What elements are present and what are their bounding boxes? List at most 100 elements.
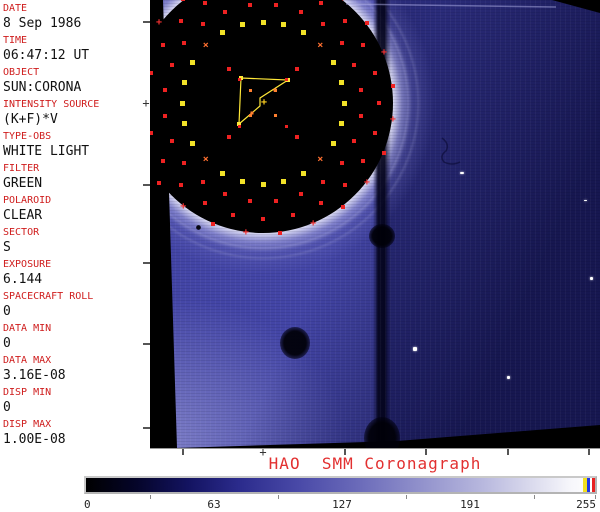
sidebar-field-value: S	[3, 240, 11, 255]
fiducial-dot	[230, 213, 235, 218]
fiducial-dot	[249, 89, 253, 93]
fiducial-plus-mark: +	[156, 17, 163, 29]
fiducial-dot	[281, 178, 287, 184]
image-title: HAO SMM Coronagraph	[268, 454, 482, 473]
sidebar-field-label: FILTER	[3, 163, 40, 174]
fiducial-dot	[298, 9, 303, 14]
sidebar-field-value: 3.16E-08	[3, 368, 66, 383]
fiducial-dot	[359, 113, 364, 118]
bright-speck	[413, 347, 417, 351]
left-axis-tick	[143, 343, 150, 345]
fiducial-x-mark: ×	[202, 154, 209, 166]
sidebar-field-label: DATA MAX	[3, 355, 52, 366]
sidebar-field: OBJECT SUN:CORONA	[3, 66, 148, 96]
sidebar-field: DISP MIN 0	[3, 386, 148, 416]
fiducial-dot	[319, 0, 323, 5]
bright-speck	[507, 376, 510, 379]
fiducial-dot	[343, 18, 348, 23]
sidebar-field-value: 0	[3, 336, 11, 351]
fiducial-x-mark: ×	[202, 39, 209, 51]
fiducial-dot	[220, 30, 225, 36]
fiducial-dot	[162, 113, 167, 118]
bright-speck	[590, 277, 593, 280]
sidebar-field-label: DISP MAX	[3, 419, 52, 430]
fiducial-dot	[338, 79, 344, 85]
sidebar-field: DATA MAX 3.16E-08	[3, 354, 148, 384]
left-axis-tick	[143, 427, 150, 429]
fiducial-dot	[361, 159, 366, 163]
fiducial-dot	[321, 22, 326, 27]
fiducial-dot	[338, 121, 344, 127]
fiducial-dot	[373, 70, 378, 75]
sidebar-field-value: CLEAR	[3, 208, 43, 223]
fiducial-dot	[339, 40, 344, 45]
fiducial-dot	[339, 161, 344, 166]
fiducial-plus-mark: +	[389, 114, 396, 126]
axis-center-plus-left: +	[142, 96, 150, 110]
sidebar-field-label: DATE	[3, 3, 28, 14]
fiducial-dot	[190, 60, 196, 65]
fiducial-dot	[321, 179, 326, 184]
fiducial-dot	[223, 9, 228, 14]
fiducial-dot	[301, 30, 306, 36]
colorbar-gradient	[86, 478, 595, 492]
fiducial-dot	[261, 217, 265, 221]
colorbar-tick-label: 191	[460, 498, 480, 511]
sidebar-field: TYPE-OBS WHITE LIGHT	[3, 130, 148, 160]
fiducial-dot	[284, 124, 288, 128]
fiducial-dot	[150, 131, 153, 136]
bright-speck	[584, 200, 587, 201]
fiducial-dot	[239, 178, 245, 184]
sidebar-field-label: SECTOR	[3, 227, 40, 238]
sidebar-field-value: 1.00E-08	[3, 432, 66, 447]
sidebar-field: TIME 06:47:12 UT	[3, 34, 148, 64]
sidebar-field-label: SPACECRAFT ROLL	[3, 291, 94, 302]
fiducial-dot	[301, 170, 306, 176]
fiducial-plus-mark: +	[180, 200, 187, 212]
coronagraph-image: ++++++++++++××××+	[150, 0, 600, 448]
frame-top-edge-highlight	[345, 3, 557, 8]
fiducial-dot	[203, 0, 207, 5]
sidebar-field-label: EXPOSURE	[3, 259, 52, 270]
left-axis-tick	[143, 21, 150, 23]
sidebar-field: FILTER GREEN	[3, 162, 148, 192]
sidebar-field-value: (K+F)*V	[3, 112, 58, 127]
fiducial-dot	[284, 78, 288, 82]
sidebar-field-label: DISP MIN	[3, 387, 52, 398]
sidebar-field-value: 0	[3, 304, 11, 319]
fiducial-dot	[343, 183, 348, 188]
sidebar-field-label: TYPE-OBS	[3, 131, 52, 142]
fiducial-dot	[157, 180, 162, 185]
fiducial-dot	[182, 40, 187, 45]
bright-speck	[460, 172, 464, 174]
sidebar-field-value: 6.144	[3, 272, 43, 287]
fiducial-dot	[179, 100, 185, 106]
fiducial-dot	[298, 192, 303, 197]
fiducial-dot	[200, 22, 205, 27]
sidebar-field-value: 8 Sep 1986	[3, 16, 82, 31]
fiducial-dot	[330, 60, 336, 65]
left-axis-tick	[143, 184, 150, 186]
fiducial-dot	[178, 183, 183, 188]
fiducial-dot	[162, 88, 167, 93]
sidebar-field-value: 06:47:12 UT	[3, 48, 90, 63]
annotation-overlay	[237, 3, 557, 165]
fiducial-dot	[291, 213, 296, 218]
fiducial-dot	[160, 43, 165, 47]
fiducial-dot	[330, 141, 336, 146]
fiducial-dot	[281, 22, 287, 28]
fiducial-dot	[182, 121, 188, 127]
fiducial-dot	[160, 159, 165, 163]
colorbar-minor-tick	[534, 495, 535, 499]
fiducial-dot	[239, 22, 245, 28]
colorbar-minor-tick	[406, 495, 407, 499]
fiducial-x-mark: ×	[317, 39, 324, 51]
fiducial-dot	[200, 179, 205, 184]
sidebar-field: DISP MAX 1.00E-08	[3, 418, 148, 448]
sidebar-field-value: SUN:CORONA	[3, 80, 82, 95]
fiducial-plus-mark: +	[310, 218, 317, 230]
sidebar-field-label: DATA MIN	[3, 323, 52, 334]
fiducial-dot	[169, 63, 174, 68]
fiducial-dot	[294, 67, 299, 72]
fiducial-dot	[190, 141, 196, 146]
